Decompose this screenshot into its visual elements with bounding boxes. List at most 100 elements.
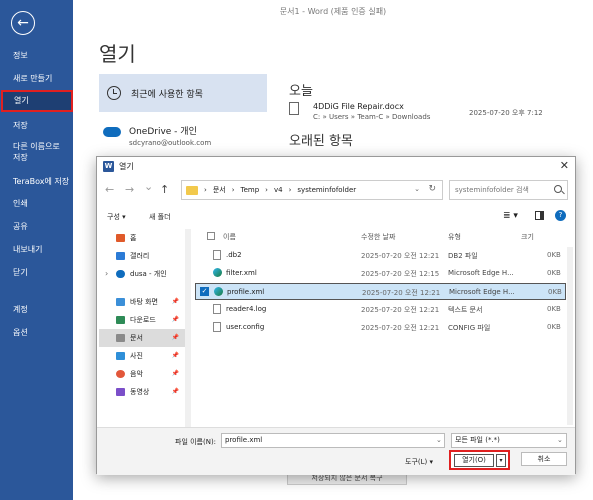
recent-file-date: 2025-07-20 오후 7:12 <box>469 109 543 117</box>
file-row[interactable]: user.config 2025-07-20 오전 12:21 CONFIG 파… <box>195 319 566 336</box>
preview-pane-icon[interactable] <box>535 211 544 220</box>
chevron-down-icon[interactable]: ⌄ <box>436 436 442 444</box>
download-icon <box>116 316 125 324</box>
tools-button[interactable]: 도구(L) ▾ <box>405 457 433 467</box>
sidebar-item-share[interactable]: 공유 <box>0 221 73 232</box>
nav-scrollbar[interactable] <box>185 229 191 427</box>
nav-item-label: 홈 <box>130 234 137 242</box>
nav-item-desktop[interactable]: 바탕 화면 📌 <box>99 293 185 311</box>
file-icon <box>213 250 221 260</box>
onedrive-location[interactable]: OneDrive - 개인 sdcyrano@outlook.com <box>103 124 211 147</box>
recent-items-label: 최근에 사용한 항목 <box>131 89 203 100</box>
sidebar-item-open[interactable]: 열기 <box>1 90 73 112</box>
file-name: .db2 <box>226 251 242 259</box>
breadcrumb-systeminfofolder[interactable]: systeminfofolder <box>297 186 356 194</box>
sidebar-item-export[interactable]: 내보내기 <box>0 244 73 255</box>
file-size: 0KB <box>547 251 561 259</box>
column-type[interactable]: 유형 <box>448 232 461 242</box>
nav-item-documents[interactable]: 문서 📌 <box>99 329 185 347</box>
file-type: Microsoft Edge H... <box>449 288 515 296</box>
up-folder-icon[interactable]: ↑ <box>160 183 169 196</box>
file-size: 0KB <box>547 269 561 277</box>
nav-item-videos[interactable]: 동영상 📌 <box>99 383 185 401</box>
open-button[interactable]: 열기(O) <box>454 454 494 467</box>
file-type: DB2 파일 <box>448 252 478 260</box>
new-folder-button[interactable]: 새 폴더 <box>149 212 171 222</box>
file-type: 텍스트 문서 <box>448 306 483 314</box>
back-icon[interactable]: ← <box>105 183 114 196</box>
recent-items-tab[interactable]: 최근에 사용한 항목 <box>99 74 267 112</box>
nav-item-label: 바탕 화면 <box>130 298 158 306</box>
sidebar-item-save[interactable]: 저장 <box>0 120 73 131</box>
sidebar-item-options[interactable]: 옵션 <box>0 327 73 338</box>
onedrive-name: OneDrive - 개인 <box>129 127 197 137</box>
column-size[interactable]: 크기 <box>521 232 534 242</box>
nav-item-pictures[interactable]: 사진 📌 <box>99 347 185 365</box>
sidebar-item-info[interactable]: 정보 <box>0 50 73 61</box>
nav-item-home[interactable]: 홈 <box>99 229 185 247</box>
organize-button[interactable]: 구성 ▾ <box>107 212 126 222</box>
filename-input[interactable]: profile.xml <box>221 433 445 448</box>
checkbox-checked-icon[interactable]: ✓ <box>200 287 209 296</box>
breadcrumb-sep: › <box>265 186 268 194</box>
column-name[interactable]: 이름 <box>223 232 236 242</box>
dialog-toolbar: 구성 ▾ 새 폴더 ≣ ▾ ? <box>97 207 575 225</box>
nav-item-label: 음악 <box>130 370 143 378</box>
open-button-highlight: 열기(O) ▾ <box>449 450 510 470</box>
expand-chevron-icon[interactable]: › <box>105 269 108 278</box>
pin-icon[interactable]: 📌 <box>172 316 179 323</box>
breadcrumb-temp[interactable]: Temp <box>241 186 260 194</box>
filetype-select[interactable]: 모든 파일 (*.*) <box>451 433 567 448</box>
nav-item-label: 동영상 <box>130 388 150 396</box>
file-date: 2025-07-20 오전 12:15 <box>361 270 440 278</box>
back-arrow-icon[interactable]: ← <box>11 11 35 35</box>
file-row[interactable]: ✓ profile.xml 2025-07-20 오전 12:21 Micros… <box>195 283 566 300</box>
sidebar-item-new[interactable]: 새로 만들기 <box>0 73 73 84</box>
recent-locations-icon[interactable]: ⌄ <box>144 180 153 193</box>
desktop-icon <box>116 298 125 306</box>
nav-item-downloads[interactable]: 다운로드 📌 <box>99 311 185 329</box>
sidebar-item-terabox[interactable]: TeraBox에 저장 <box>0 176 73 187</box>
file-list-scrollbar[interactable] <box>567 247 573 425</box>
help-icon[interactable]: ? <box>555 210 566 221</box>
sidebar-item-save-as[interactable]: 다른 이름으로 저장 <box>0 141 66 163</box>
pin-icon[interactable]: 📌 <box>172 334 179 341</box>
cancel-button[interactable]: 취소 <box>521 452 567 466</box>
select-all-checkbox[interactable] <box>207 232 215 240</box>
file-name: filter.xml <box>226 269 257 277</box>
open-options-dropdown[interactable]: ▾ <box>496 454 506 467</box>
window-title: 문서1 - Word (제품 인증 실패) <box>279 7 387 16</box>
file-row[interactable]: .db2 2025-07-20 오전 12:21 DB2 파일 0KB <box>195 247 566 264</box>
breadcrumb-documents[interactable]: 문서 <box>213 185 226 195</box>
close-icon[interactable]: ✕ <box>560 159 569 172</box>
address-bar[interactable]: › 문서 › Temp › v4 › systeminfofolder ⌄ ↻ <box>181 180 443 200</box>
sidebar-item-print[interactable]: 인쇄 <box>0 198 73 209</box>
document-icon <box>289 102 299 115</box>
pin-icon[interactable]: 📌 <box>172 370 179 377</box>
refresh-icon[interactable]: ↻ <box>428 184 436 194</box>
search-input[interactable]: systeminfofolder 검색 <box>449 180 568 200</box>
edge-icon <box>214 287 223 296</box>
sidebar-item-close[interactable]: 닫기 <box>0 267 73 278</box>
dialog-footer: 파일 이름(N): profile.xml ⌄ 모든 파일 (*.*) ⌄ 도구… <box>97 427 575 475</box>
nav-item-onedrive[interactable]: › dusa - 개인 <box>99 265 185 283</box>
file-row[interactable]: reader4.log 2025-07-20 오전 12:21 텍스트 문서 0… <box>195 301 566 318</box>
breadcrumb-v4[interactable]: v4 <box>274 186 283 194</box>
nav-item-gallery[interactable]: 갤러리 <box>99 247 185 265</box>
sidebar-item-account[interactable]: 계정 <box>0 304 73 315</box>
folder-icon <box>186 185 198 195</box>
pin-icon[interactable]: 📌 <box>172 352 179 359</box>
nav-item-label: dusa - 개인 <box>130 270 167 278</box>
nav-item-music[interactable]: 음악 📌 <box>99 365 185 383</box>
file-row[interactable]: filter.xml 2025-07-20 오전 12:15 Microsoft… <box>195 265 566 282</box>
clock-icon <box>107 86 121 100</box>
file-date: 2025-07-20 오전 12:21 <box>362 289 441 297</box>
chevron-down-icon[interactable]: ⌄ <box>557 436 563 444</box>
pin-icon[interactable]: 📌 <box>172 298 179 305</box>
column-date[interactable]: 수정한 날짜 <box>361 232 395 242</box>
open-file-dialog: W 열기 ✕ ← → ⌄ ↑ › 문서 › Temp › v4 › system… <box>96 156 576 475</box>
chevron-down-icon[interactable]: ⌄ <box>414 185 420 193</box>
pin-icon[interactable]: 📌 <box>172 388 179 395</box>
view-options-icon[interactable]: ≣ ▾ <box>503 211 518 221</box>
forward-icon[interactable]: → <box>125 183 134 196</box>
